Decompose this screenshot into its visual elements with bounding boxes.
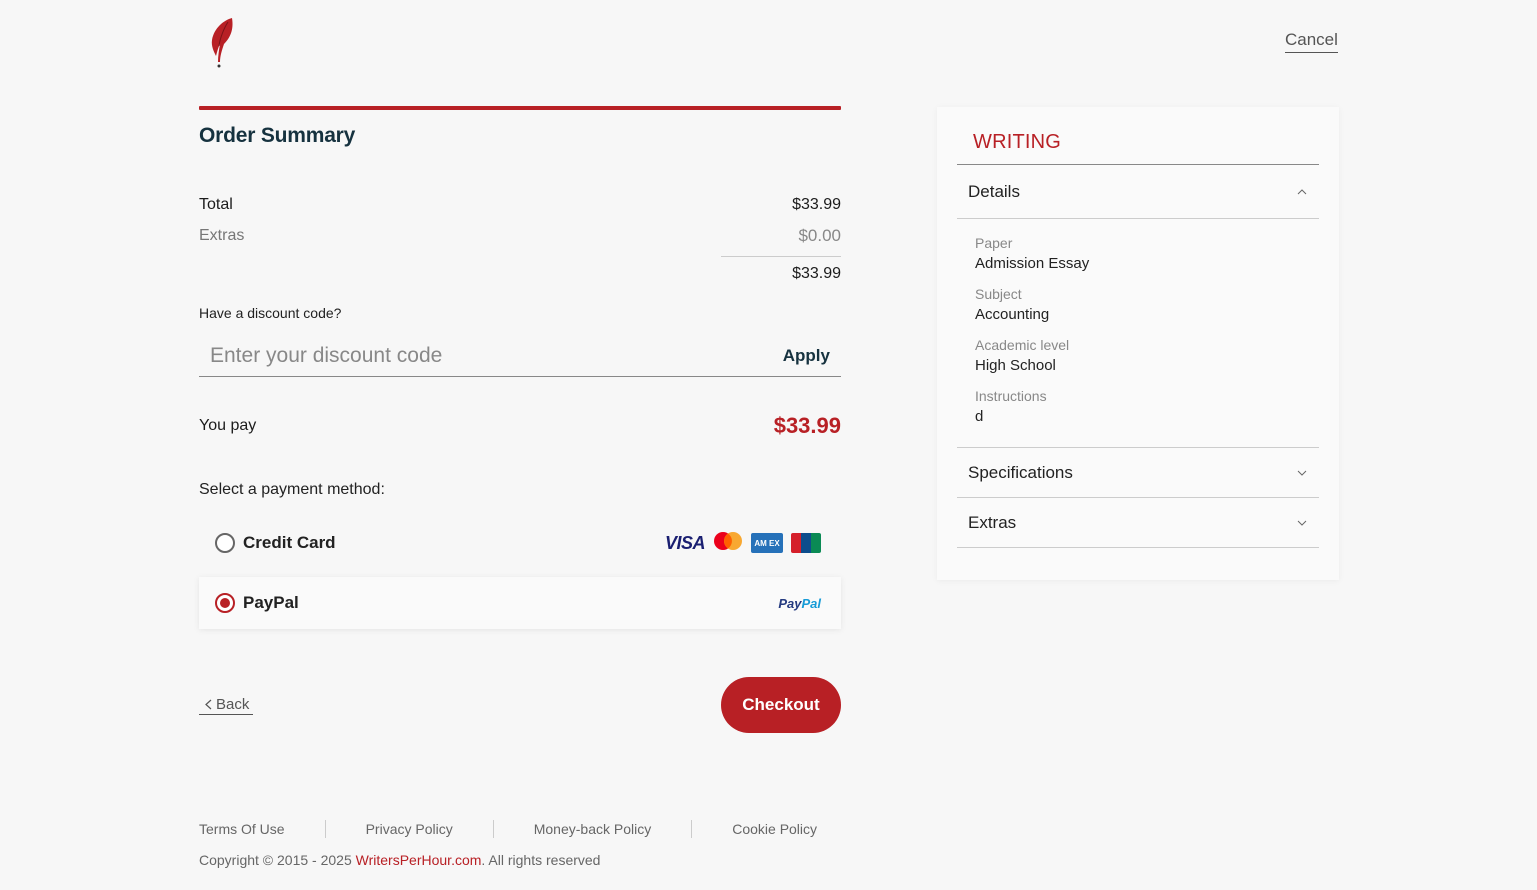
chevron-down-icon [1297,520,1307,526]
extras-row: Extras $0.00 [199,226,841,246]
copyright-suffix: . All rights reserved [481,852,601,868]
specifications-label: Specifications [968,462,1073,482]
detail-label: Subject [975,286,1022,302]
checkout-button[interactable]: Checkout [721,677,841,733]
detail-label: Academic level [975,337,1070,353]
copyright: Copyright © 2015 - 2025 WritersPerHour.c… [199,852,600,868]
card-brand-icons: VISA AM EX [665,531,821,556]
detail-label: Instructions [975,388,1047,404]
detail-academic-level: Academic level High School [975,337,1301,374]
footer-divider [691,820,693,838]
discount-code-input[interactable] [210,343,710,368]
discount-label: Have a discount code? [199,305,342,321]
visa-icon: VISA [664,532,706,553]
mastercard-icon [713,531,743,556]
paypal-logo-text-1: Pay [778,595,802,611]
chevron-down-icon [1297,470,1307,476]
detail-value: High School [975,357,1056,374]
paypal-label: PayPal [243,593,299,612]
footer-link-terms[interactable]: Terms Of Use [199,821,285,837]
detail-value: Admission Essay [975,255,1090,272]
extras-panel-label: Extras [968,512,1017,532]
form-actions: Back Checkout [199,677,841,733]
cancel-link[interactable]: Cancel [1285,30,1338,53]
extras-value: $0.00 [798,226,841,245]
you-pay-label: You pay [199,417,257,434]
paypal-icon: PayPal [778,596,821,611]
specifications-accordion-header[interactable]: Specifications [957,448,1319,498]
subtotal-row: $33.99 [199,265,841,283]
order-details-panel: WRITING Details Paper Admission Essay Su… [937,107,1339,580]
credit-card-label: Credit Card [243,533,336,552]
detail-label: Paper [975,235,1013,251]
discount-field: Apply [199,335,841,377]
copyright-site-link[interactable]: WritersPerHour.com [356,852,482,868]
chevron-left-icon [205,699,212,709]
details-body: Paper Admission Essay Subject Accounting… [957,219,1319,448]
paypal-radio[interactable] [215,593,235,613]
extras-label: Extras [199,227,245,244]
payment-method-label: Select a payment method: [199,481,385,498]
footer-divider [492,820,494,838]
paypal-logo-text-2: Pal [801,595,821,611]
footer-link-cookie[interactable]: Cookie Policy [732,821,817,837]
amex-icon: AM EX [751,533,783,553]
chevron-up-icon [1297,188,1307,194]
unionpay-icon [791,533,821,553]
footer-link-privacy[interactable]: Privacy Policy [366,821,453,837]
apply-button[interactable]: Apply [783,346,830,366]
detail-subject: Subject Accounting [975,286,1301,323]
order-summary-title: Order Summary [199,124,356,147]
details-accordion-header[interactable]: Details [957,165,1319,219]
panel-title: WRITING [957,107,1319,165]
credit-card-radio[interactable] [215,533,235,553]
back-label: Back [216,695,250,713]
logo-feather-icon[interactable] [206,16,238,70]
summary-accent-rule [199,106,841,110]
extras-accordion-header[interactable]: Extras [957,498,1319,548]
detail-value: Accounting [975,306,1050,323]
footer-divider [324,820,326,838]
you-pay-amount: $33.99 [773,413,841,438]
footer-links: Terms Of Use Privacy Policy Money-back P… [199,820,817,838]
detail-value: d [975,408,984,425]
footer-link-money-back[interactable]: Money-back Policy [534,821,652,837]
payment-option-credit-card[interactable]: Credit Card VISA AM EX [199,517,841,569]
payment-option-paypal[interactable]: PayPal PayPal [199,577,841,629]
back-link[interactable]: Back [199,695,254,715]
detail-instructions: Instructions d [975,388,1301,425]
details-label: Details [968,181,1020,201]
detail-paper: Paper Admission Essay [975,235,1301,272]
copyright-prefix: Copyright © 2015 - 2025 [199,852,356,868]
subtotal-value: $33.99 [792,265,841,282]
you-pay-row: You pay $33.99 [199,413,841,439]
total-label: Total [199,196,233,213]
subtotal-divider [721,256,841,257]
total-value: $33.99 [792,196,841,213]
total-row: Total $33.99 [199,196,841,214]
order-summary: Order Summary Total $33.99 Extras $0.00 … [199,106,841,733]
